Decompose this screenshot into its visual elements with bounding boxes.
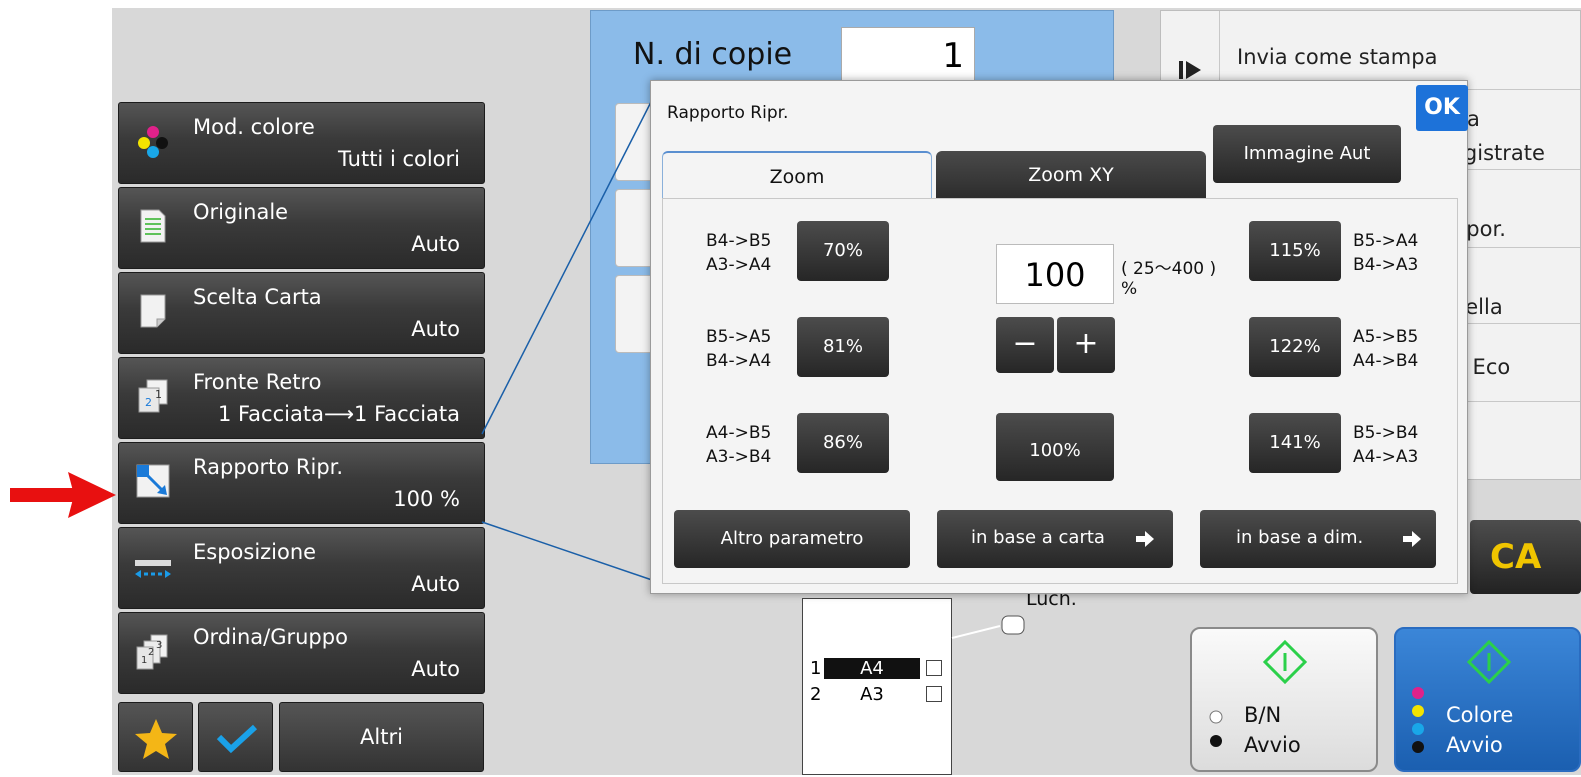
- arrow-right-icon: [1403, 531, 1421, 547]
- zoom-range-label: ( 25～400 ): [1121, 259, 1217, 279]
- by-size-button[interactable]: in base a dim.: [1200, 510, 1436, 568]
- arrow-right-icon: [1136, 531, 1154, 547]
- preset-81-button[interactable]: 81%: [797, 317, 889, 377]
- preset-115-button[interactable]: 115%: [1249, 221, 1341, 281]
- tab-zoom-xy[interactable]: Zoom XY: [936, 151, 1206, 199]
- other-parameter-button[interactable]: Altro parametro: [674, 510, 910, 568]
- preset-size-label: A5->B5 A4->B4: [1353, 327, 1419, 371]
- by-paper-button[interactable]: in base a carta: [937, 510, 1173, 568]
- dialog-title: Rapporto Ripr.: [667, 103, 789, 123]
- by-size-label: in base a dim.: [1236, 527, 1364, 548]
- preset-100-button[interactable]: 100%: [996, 413, 1114, 481]
- preset-122-button[interactable]: 122%: [1249, 317, 1341, 377]
- preset-86-button[interactable]: 86%: [797, 413, 889, 473]
- ok-button[interactable]: OK: [1416, 85, 1468, 131]
- zoom-ratio-dialog: Rapporto Ripr. OK Immagine Aut Zoom Zoom…: [650, 80, 1468, 594]
- preset-70-button[interactable]: 70%: [797, 221, 889, 281]
- zoom-value-input[interactable]: 100: [996, 244, 1114, 304]
- auto-image-button[interactable]: Immagine Aut: [1213, 125, 1401, 183]
- tab-zoom[interactable]: Zoom: [662, 151, 932, 199]
- preset-size-label: B5->A5 B4->A4: [706, 327, 772, 371]
- preset-size-label: A4->B5 A3->B4: [706, 423, 772, 467]
- by-paper-label: in base a carta: [971, 527, 1105, 548]
- minus-button[interactable]: −: [996, 317, 1054, 373]
- preset-141-button[interactable]: 141%: [1249, 413, 1341, 473]
- plus-button[interactable]: +: [1057, 317, 1115, 373]
- preset-size-label: B5->A4 B4->A3: [1353, 231, 1419, 275]
- preset-size-label: B5->B4 A4->A3: [1353, 423, 1419, 467]
- zoom-percent-label: %: [1121, 279, 1138, 299]
- preset-size-label: B4->B5 A3->A4: [706, 231, 772, 275]
